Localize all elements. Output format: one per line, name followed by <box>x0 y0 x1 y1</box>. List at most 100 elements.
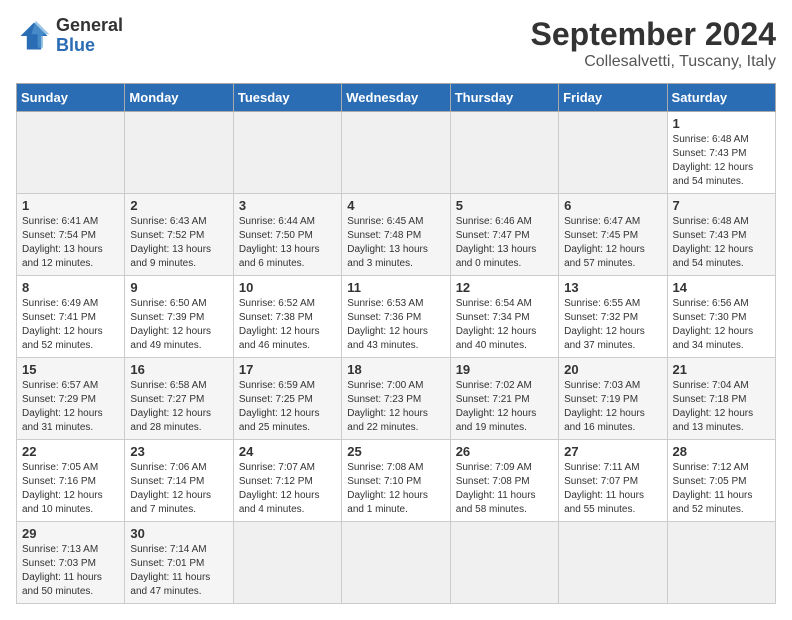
day-number: 29 <box>22 526 119 541</box>
day-info: Sunrise: 7:00 AMSunset: 7:23 PMDaylight:… <box>347 379 444 435</box>
calendar-day <box>17 112 125 194</box>
day-info: Sunrise: 6:52 AMSunset: 7:38 PMDaylight:… <box>239 297 336 353</box>
calendar-day: 22 Sunrise: 7:05 AMSunset: 7:16 PMDayligh… <box>17 440 125 522</box>
day-info: Sunrise: 7:04 AMSunset: 7:18 PMDaylight:… <box>673 379 770 435</box>
page-header: General Blue September 2024 Collesalvett… <box>16 16 776 71</box>
calendar-day <box>667 522 775 604</box>
day-number: 18 <box>347 362 444 377</box>
day-info: Sunrise: 6:48 AMSunset: 7:43 PMDaylight:… <box>673 215 770 271</box>
day-info: Sunrise: 6:53 AMSunset: 7:36 PMDaylight:… <box>347 297 444 353</box>
calendar-table: SundayMondayTuesdayWednesdayThursdayFrid… <box>16 83 776 604</box>
day-info: Sunrise: 6:46 AMSunset: 7:47 PMDaylight:… <box>456 215 553 271</box>
calendar-day: 25Sunrise: 7:08 AMSunset: 7:10 PMDayligh… <box>342 440 450 522</box>
day-info: Sunrise: 6:47 AMSunset: 7:45 PMDaylight:… <box>564 215 661 271</box>
logo-general: General <box>56 16 123 36</box>
calendar-week-5: 22 Sunrise: 7:05 AMSunset: 7:16 PMDayligh… <box>17 440 776 522</box>
calendar-week-4: 15 Sunrise: 6:57 AMSunset: 7:29 PMDayligh… <box>17 358 776 440</box>
day-info: Sunrise: 6:59 AMSunset: 7:25 PMDaylight:… <box>239 379 336 435</box>
day-info: Sunrise: 6:57 AMSunset: 7:29 PMDaylight:… <box>22 379 119 435</box>
day-number: 20 <box>564 362 661 377</box>
calendar-day: 4Sunrise: 6:45 AMSunset: 7:48 PMDaylight… <box>342 194 450 276</box>
calendar-day <box>450 522 558 604</box>
calendar-day: 21 Sunrise: 7:04 AMSunset: 7:18 PMDayligh… <box>667 358 775 440</box>
calendar-day <box>559 522 667 604</box>
day-number: 1 <box>22 198 119 213</box>
calendar-day: 12 Sunrise: 6:54 AMSunset: 7:34 PMDayligh… <box>450 276 558 358</box>
calendar-day: 18 Sunrise: 7:00 AMSunset: 7:23 PMDayligh… <box>342 358 450 440</box>
day-number: 23 <box>130 444 227 459</box>
calendar-day: 16 Sunrise: 6:58 AMSunset: 7:27 PMDayligh… <box>125 358 233 440</box>
calendar-day: 7 Sunrise: 6:48 AMSunset: 7:43 PMDaylight… <box>667 194 775 276</box>
day-info: Sunrise: 7:12 AMSunset: 7:05 PMDaylight:… <box>673 461 770 517</box>
calendar-day <box>233 112 341 194</box>
calendar-day: 15 Sunrise: 6:57 AMSunset: 7:29 PMDayligh… <box>17 358 125 440</box>
calendar-day: 11Sunrise: 6:53 AMSunset: 7:36 PMDayligh… <box>342 276 450 358</box>
day-number: 27 <box>564 444 661 459</box>
day-info: Sunrise: 7:13 AMSunset: 7:03 PMDaylight:… <box>22 543 119 599</box>
header-friday: Friday <box>559 84 667 112</box>
day-info: Sunrise: 6:54 AMSunset: 7:34 PMDaylight:… <box>456 297 553 353</box>
header-wednesday: Wednesday <box>342 84 450 112</box>
calendar-day <box>559 112 667 194</box>
day-info: Sunrise: 6:55 AMSunset: 7:32 PMDaylight:… <box>564 297 661 353</box>
day-info: Sunrise: 6:56 AMSunset: 7:30 PMDaylight:… <box>673 297 770 353</box>
header-tuesday: Tuesday <box>233 84 341 112</box>
calendar-day <box>342 522 450 604</box>
day-info: Sunrise: 7:06 AMSunset: 7:14 PMDaylight:… <box>130 461 227 517</box>
day-number: 21 <box>673 362 770 377</box>
day-info: Sunrise: 6:58 AMSunset: 7:27 PMDaylight:… <box>130 379 227 435</box>
day-number: 7 <box>673 198 770 213</box>
day-number: 6 <box>564 198 661 213</box>
day-number: 9 <box>130 280 227 295</box>
calendar-day <box>125 112 233 194</box>
calendar-day: 10 Sunrise: 6:52 AMSunset: 7:38 PMDayligh… <box>233 276 341 358</box>
calendar-day: 30Sunrise: 7:14 AMSunset: 7:01 PMDayligh… <box>125 522 233 604</box>
day-info: Sunrise: 6:48 AMSunset: 7:43 PMDaylight:… <box>673 133 770 189</box>
day-info: Sunrise: 7:05 AMSunset: 7:16 PMDaylight:… <box>22 461 119 517</box>
day-number: 17 <box>239 362 336 377</box>
calendar-day <box>450 112 558 194</box>
calendar-day: 20Sunrise: 7:03 AMSunset: 7:19 PMDayligh… <box>559 358 667 440</box>
header-sunday: Sunday <box>17 84 125 112</box>
day-number: 26 <box>456 444 553 459</box>
logo-icon <box>16 18 52 54</box>
day-info: Sunrise: 6:43 AMSunset: 7:52 PMDaylight:… <box>130 215 227 271</box>
day-number: 8 <box>22 280 119 295</box>
calendar-week-1: 1 Sunrise: 6:48 AMSunset: 7:43 PMDaylight… <box>17 112 776 194</box>
day-number: 12 <box>456 280 553 295</box>
day-info: Sunrise: 6:44 AMSunset: 7:50 PMDaylight:… <box>239 215 336 271</box>
calendar-day: 26 Sunrise: 7:09 AMSunset: 7:08 PMDayligh… <box>450 440 558 522</box>
calendar-day: 29 Sunrise: 7:13 AMSunset: 7:03 PMDayligh… <box>17 522 125 604</box>
calendar-day <box>233 522 341 604</box>
header-saturday: Saturday <box>667 84 775 112</box>
day-info: Sunrise: 7:14 AMSunset: 7:01 PMDaylight:… <box>130 543 227 599</box>
calendar-week-6: 29 Sunrise: 7:13 AMSunset: 7:03 PMDayligh… <box>17 522 776 604</box>
logo: General Blue <box>16 16 123 56</box>
calendar-day: 24Sunrise: 7:07 AMSunset: 7:12 PMDayligh… <box>233 440 341 522</box>
header-thursday: Thursday <box>450 84 558 112</box>
day-number: 16 <box>130 362 227 377</box>
location-title: Collesalvetti, Tuscany, Italy <box>531 53 776 71</box>
calendar-day: 6 Sunrise: 6:47 AMSunset: 7:45 PMDaylight… <box>559 194 667 276</box>
calendar-day: 14 Sunrise: 6:56 AMSunset: 7:30 PMDayligh… <box>667 276 775 358</box>
day-number: 22 <box>22 444 119 459</box>
day-number: 24 <box>239 444 336 459</box>
day-number: 10 <box>239 280 336 295</box>
day-number: 1 <box>673 116 770 131</box>
day-info: Sunrise: 7:08 AMSunset: 7:10 PMDaylight:… <box>347 461 444 517</box>
day-info: Sunrise: 7:09 AMSunset: 7:08 PMDaylight:… <box>456 461 553 517</box>
day-number: 19 <box>456 362 553 377</box>
month-title: September 2024 <box>531 16 776 53</box>
day-number: 14 <box>673 280 770 295</box>
calendar-day: 23 Sunrise: 7:06 AMSunset: 7:14 PMDayligh… <box>125 440 233 522</box>
logo-text: General Blue <box>56 16 123 56</box>
day-number: 15 <box>22 362 119 377</box>
calendar-day: 3 Sunrise: 6:44 AMSunset: 7:50 PMDaylight… <box>233 194 341 276</box>
logo-blue: Blue <box>56 36 123 56</box>
day-info: Sunrise: 6:45 AMSunset: 7:48 PMDaylight:… <box>347 215 444 271</box>
calendar-week-2: 1Sunrise: 6:41 AMSunset: 7:54 PMDaylight… <box>17 194 776 276</box>
calendar-day: 19Sunrise: 7:02 AMSunset: 7:21 PMDayligh… <box>450 358 558 440</box>
calendar-day: 1 Sunrise: 6:48 AMSunset: 7:43 PMDaylight… <box>667 112 775 194</box>
day-number: 3 <box>239 198 336 213</box>
calendar-header-row: SundayMondayTuesdayWednesdayThursdayFrid… <box>17 84 776 112</box>
